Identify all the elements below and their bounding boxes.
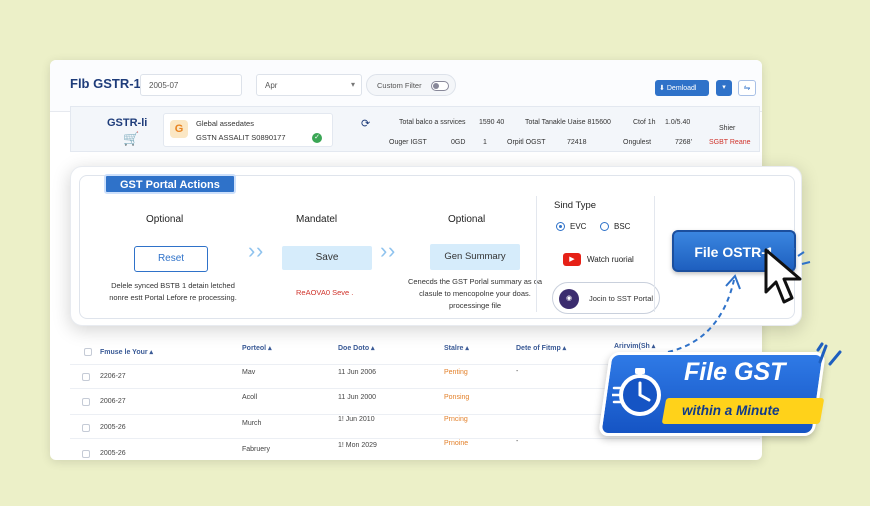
chevron-right-icon: › bbox=[380, 238, 388, 263]
download-icon: ⬇ bbox=[659, 85, 665, 92]
watch-tutorial-link[interactable]: Watch ruorial bbox=[587, 255, 634, 264]
youtube-play-icon[interactable]: ▶ bbox=[563, 253, 581, 266]
table-cell-status: Ponsing bbox=[444, 394, 470, 401]
company-name: Glebal assedates bbox=[196, 119, 254, 128]
stopwatch-icon bbox=[612, 368, 661, 416]
cart-icon: 🛒 bbox=[123, 131, 140, 146]
table-cell-date: 1! Jun 2010 bbox=[338, 416, 375, 423]
header-date-filed[interactable]: Dete of Fitmp ▴ bbox=[516, 344, 566, 352]
orpitl-label: Orpitl OGST bbox=[507, 139, 546, 146]
table-cell-year: 2005-26 bbox=[100, 450, 126, 457]
promo-badge: File GST within a Minute bbox=[598, 342, 848, 456]
custom-filter-toggle[interactable]: Custom Filter bbox=[366, 74, 456, 96]
sign-type-title: Sind Type bbox=[554, 200, 597, 211]
ouger-extra: 1 bbox=[483, 139, 487, 146]
table-cell-period: Mav bbox=[242, 369, 256, 376]
reset-button[interactable]: Reset bbox=[134, 246, 208, 272]
section-divider bbox=[536, 196, 537, 312]
total-sales-value: 1590 40 bbox=[479, 119, 505, 126]
table-cell-status: Prnoine bbox=[444, 440, 469, 447]
panel-title: GST Portal Actions bbox=[104, 174, 236, 194]
row-checkbox[interactable] bbox=[82, 398, 90, 406]
dsc-radio[interactable] bbox=[600, 222, 609, 231]
ouger-label: Ouger IGST bbox=[389, 139, 427, 146]
orpitl-value: 72418 bbox=[567, 139, 587, 146]
gstr-label: GSTR-li bbox=[107, 117, 148, 129]
reset-step-label: Optional bbox=[146, 214, 184, 225]
section-divider bbox=[654, 196, 655, 312]
page-title: Fl‍b GSTR-1 bbox=[70, 76, 141, 91]
total-sales-label: Total balco a ssrvices bbox=[399, 119, 466, 126]
top-toolbar: Fl‍b GSTR-1 2005-07 Apr ▾ Custom Filter … bbox=[50, 60, 762, 112]
chevron-down-icon: ▾ bbox=[350, 80, 355, 89]
gst-portal-logo: ◉ bbox=[559, 289, 579, 309]
summary-description: Cenecds the GST Porlal summary as oa cla… bbox=[407, 277, 543, 310]
summary-step-label: Optional bbox=[448, 214, 486, 225]
chevron-right-icon: › bbox=[256, 238, 264, 263]
evc-label: EVC bbox=[570, 222, 587, 231]
company-card[interactable]: G Glebal assedates GSTN ASSALIT S0890177… bbox=[163, 113, 333, 147]
save-note: ReAOVA0 Seve . bbox=[296, 288, 354, 297]
chevron-right-icon: › bbox=[248, 238, 256, 263]
ongul-value: 7268' bbox=[675, 139, 692, 146]
financial-year-select[interactable]: 2005-07 bbox=[140, 74, 242, 96]
status-badge: SGBT Reane bbox=[709, 139, 751, 146]
row-checkbox[interactable] bbox=[82, 373, 90, 381]
dsc-label: BSC bbox=[614, 222, 631, 231]
toggle-switch-icon[interactable] bbox=[431, 81, 449, 91]
table-cell-year: 2006-27 bbox=[100, 398, 126, 405]
row-checkbox[interactable] bbox=[82, 424, 90, 432]
table-cell-filed: - bbox=[516, 438, 519, 445]
ongul-label: Ongulest bbox=[623, 139, 652, 146]
month-value: Apr bbox=[265, 81, 278, 90]
table-cell-period: Murch bbox=[242, 420, 262, 427]
table-cell-date: 1! Mon 2029 bbox=[338, 442, 377, 449]
download-button[interactable]: ⬇ Demloadl bbox=[655, 80, 709, 96]
download-label: Demloadl bbox=[666, 85, 697, 92]
download-options-button[interactable]: ▾ bbox=[716, 80, 732, 96]
month-select[interactable]: Apr ▾ bbox=[256, 74, 362, 96]
company-logo: G bbox=[170, 120, 188, 138]
gstr-summary-row: GSTR-li 🛒 G Glebal assedates GSTN ASSALI… bbox=[70, 106, 760, 152]
table-cell-date: 11 Jun 2000 bbox=[338, 394, 377, 401]
table-cell-period: Fabruery bbox=[242, 446, 271, 453]
total-taxable-label: Total Tanakle Uaise 815600 bbox=[525, 119, 611, 126]
table-cell-filed: - bbox=[516, 368, 519, 375]
header-due-date[interactable]: Doe Doto ▴ bbox=[338, 344, 375, 352]
gen-summary-button[interactable]: Gen Summary bbox=[430, 244, 520, 270]
company-gstin: GSTN ASSALIT S0890177 bbox=[196, 133, 286, 142]
chevron-right-icon: › bbox=[388, 238, 396, 263]
status-label: Shier bbox=[719, 125, 736, 132]
table-cell-date: 11 Jun 2006 bbox=[338, 369, 377, 376]
verified-check-icon: ✓ bbox=[312, 133, 322, 143]
promo-subtitle: within a Minute bbox=[682, 403, 780, 418]
save-step-label: Mandatel bbox=[296, 214, 338, 225]
refresh-icon[interactable]: ⟳ bbox=[361, 117, 370, 130]
igst-value: 1.0/5.40 bbox=[665, 119, 691, 126]
select-all-checkbox[interactable] bbox=[84, 348, 92, 356]
save-button[interactable]: Save bbox=[282, 246, 372, 270]
table-cell-year: 2206-27 bbox=[100, 373, 126, 380]
mouse-pointer-icon bbox=[764, 248, 811, 304]
row-checkbox[interactable] bbox=[82, 450, 90, 458]
header-year[interactable]: Fmuse le Your ▴ bbox=[100, 348, 153, 356]
table-cell-status: Prncing bbox=[444, 416, 468, 423]
header-period[interactable]: Porteol ▴ bbox=[242, 344, 272, 352]
evc-radio[interactable] bbox=[556, 222, 565, 231]
igst-label: Ctof 1h bbox=[633, 119, 656, 126]
table-cell-year: 2005-26 bbox=[100, 424, 126, 431]
login-gst-portal-button[interactable]: ◉ Jocin to SST Portal bbox=[552, 282, 660, 314]
swap-icon[interactable]: ⇋ bbox=[738, 80, 756, 96]
portal-label: Jocin to SST Portal bbox=[589, 294, 654, 303]
ouger-value: 0GD bbox=[451, 139, 466, 146]
reset-description: Delele synced BSTB 1 detain letched nonr… bbox=[109, 281, 237, 302]
table-cell-status: Penting bbox=[444, 369, 468, 376]
promo-title: File GST bbox=[684, 358, 786, 386]
custom-filter-label: Custom Filter bbox=[377, 81, 422, 90]
header-status[interactable]: Stalre ▴ bbox=[444, 344, 469, 352]
sparkle-icon bbox=[816, 342, 842, 366]
table-cell-period: Acoll bbox=[242, 394, 258, 401]
